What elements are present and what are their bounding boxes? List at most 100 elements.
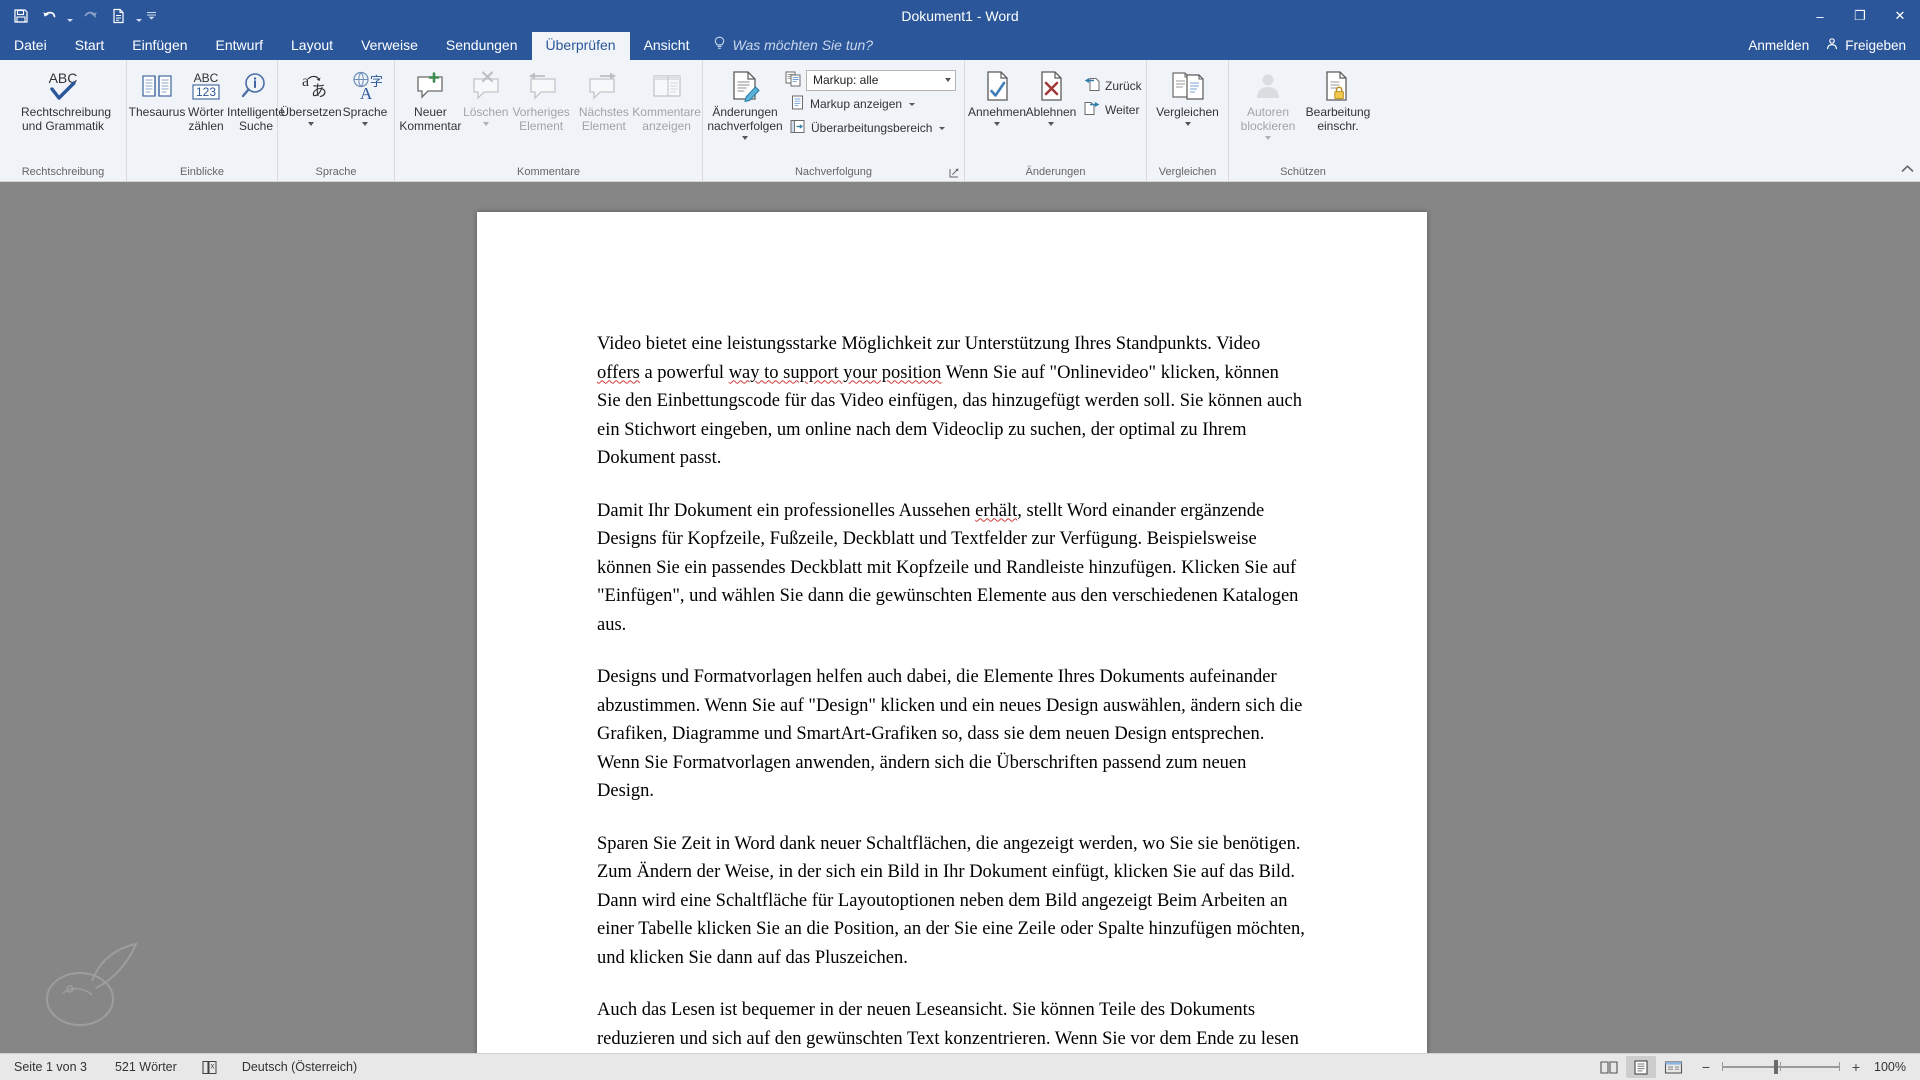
- book-icon: [140, 68, 174, 104]
- delete-comment-dropdown-icon[interactable]: [482, 122, 489, 126]
- zoom-track[interactable]: [1722, 1060, 1840, 1074]
- accept-change-button[interactable]: Annehmen: [968, 65, 1026, 126]
- paragraph[interactable]: Damit Ihr Dokument ein professionelles A…: [597, 497, 1307, 640]
- next-comment-button[interactable]: Nächstes Element: [573, 65, 636, 133]
- view-web-layout-button[interactable]: [1658, 1056, 1688, 1078]
- language-button[interactable]: A字 Sprache: [340, 65, 390, 126]
- paragraph-text: Sparen Sie Zeit in Word dank neuer Schal…: [597, 833, 1305, 968]
- previous-comment-button[interactable]: Vorheriges Element: [510, 65, 573, 133]
- print-preview-icon[interactable]: [105, 4, 131, 28]
- share-button[interactable]: Freigeben: [1825, 37, 1906, 54]
- compare-icon: [1170, 68, 1206, 104]
- paragraph[interactable]: Designs und Formatvorlagen helfen auch d…: [597, 663, 1307, 806]
- document-body[interactable]: Video bietet eine leistungsstarke Möglic…: [477, 212, 1427, 1053]
- smart-lookup-button[interactable]: Intelligente Suche: [227, 65, 285, 133]
- markup-display-value: Markup: alle: [813, 73, 879, 87]
- translate-dropdown-icon[interactable]: [308, 122, 314, 126]
- ribbon-group-rechtschreibung: ABC Rechtschreibung und Grammatik Rechts…: [0, 60, 127, 181]
- track-changes-button[interactable]: Änderungen nachverfolgen: [707, 65, 783, 140]
- reviewing-pane-button[interactable]: Überarbeitungsbereich: [785, 117, 961, 139]
- ribbon-group-kommentare: Neuer Kommentar Löschen Vorheriges Eleme…: [395, 60, 703, 181]
- view-read-mode-button[interactable]: [1594, 1056, 1624, 1078]
- tell-me-box[interactable]: Was möchten Sie tun?: [703, 32, 883, 60]
- ribbon-group-label-einblicke: Einblicke: [179, 166, 225, 178]
- reject-change-dropdown-icon[interactable]: [1048, 122, 1054, 126]
- ribbon-group-label-nachverfolgung: Nachverfolgung: [794, 166, 873, 178]
- document-canvas[interactable]: Video bietet eine leistungsstarke Möglic…: [0, 182, 1920, 1053]
- chevron-down-icon[interactable]: [945, 78, 951, 82]
- zoom-slider[interactable]: − +: [1698, 1059, 1864, 1075]
- share-label: Freigeben: [1845, 38, 1906, 53]
- show-markup-button[interactable]: Markup anzeigen: [785, 93, 961, 115]
- spelling-grammar-button[interactable]: ABC Rechtschreibung und Grammatik: [15, 65, 111, 133]
- zoom-level-label[interactable]: 100%: [1866, 1060, 1906, 1074]
- tab-verweise[interactable]: Verweise: [347, 32, 432, 60]
- document-page[interactable]: Video bietet eine leistungsstarke Möglic…: [477, 212, 1427, 1053]
- paragraph[interactable]: Video bietet eine leistungsstarke Möglic…: [597, 330, 1307, 473]
- block-authors-button[interactable]: Autoren blockieren: [1233, 65, 1303, 140]
- thesaurus-button[interactable]: Thesaurus: [129, 65, 185, 119]
- tab-sendungen[interactable]: Sendungen: [432, 32, 532, 60]
- redo-icon[interactable]: [77, 4, 103, 28]
- save-icon[interactable]: [8, 4, 34, 28]
- restore-button[interactable]: ❐: [1840, 0, 1880, 32]
- zoom-thumb[interactable]: [1774, 1060, 1778, 1074]
- view-print-layout-button[interactable]: [1626, 1056, 1656, 1078]
- page-info[interactable]: Seite 1 von 3: [0, 1060, 101, 1074]
- compare-dropdown-icon[interactable]: [1184, 122, 1191, 126]
- quick-access-toolbar: [0, 0, 157, 32]
- show-markup-icon: [790, 95, 805, 113]
- close-button[interactable]: ✕: [1880, 0, 1920, 32]
- tab-einfuegen[interactable]: Einfügen: [118, 32, 201, 60]
- reviewing-pane-icon: [790, 119, 806, 137]
- track-changes-label: Änderungen nachverfolgen: [707, 105, 783, 133]
- customize-qat-icon[interactable]: [146, 4, 157, 28]
- restrict-editing-button[interactable]: Bearbeitung einschr.: [1303, 65, 1373, 133]
- track-changes-dropdown-icon[interactable]: [742, 136, 748, 140]
- tab-entwurf[interactable]: Entwurf: [202, 32, 277, 60]
- tab-start[interactable]: Start: [61, 32, 119, 60]
- tab-ansicht[interactable]: Ansicht: [630, 32, 704, 60]
- print-preview-dropdown-icon[interactable]: [133, 4, 144, 28]
- comment-left-icon: [523, 68, 559, 104]
- markup-display-combo[interactable]: Markup: alle: [806, 69, 956, 91]
- tab-layout[interactable]: Layout: [277, 32, 347, 60]
- accept-change-dropdown-icon[interactable]: [994, 122, 1000, 126]
- reject-change-button[interactable]: Ablehnen: [1025, 65, 1077, 126]
- compare-button[interactable]: Vergleichen: [1151, 65, 1224, 126]
- chevron-down-icon[interactable]: [909, 102, 916, 106]
- nachverfolgung-dialog-launcher[interactable]: [948, 167, 960, 179]
- undo-dropdown-icon[interactable]: [64, 4, 75, 28]
- tab-ueberpruefen[interactable]: Überprüfen: [531, 32, 630, 60]
- paragraph[interactable]: Sparen Sie Zeit in Word dank neuer Schal…: [597, 830, 1307, 973]
- show-comments-button[interactable]: Kommentare anzeigen: [632, 65, 701, 133]
- ribbon-tab-bar: Datei Start Einfügen Entwurf Layout Verw…: [0, 32, 1920, 60]
- word-count-status[interactable]: 521 Wörter: [101, 1060, 191, 1074]
- paragraph-text: Video bietet eine leistungsstarke Möglic…: [597, 334, 1261, 354]
- translate-button[interactable]: aあ Übersetzen: [280, 65, 342, 126]
- word-count-button[interactable]: ABC 123 Wörter zählen: [183, 65, 229, 133]
- paragraph[interactable]: Auch das Lesen ist bequemer in der neuen…: [597, 996, 1307, 1053]
- undo-icon[interactable]: [36, 4, 62, 28]
- delete-comment-button[interactable]: Löschen: [462, 65, 510, 126]
- zoom-in-button[interactable]: +: [1848, 1059, 1864, 1075]
- chevron-down-icon[interactable]: [939, 126, 946, 130]
- block-authors-dropdown-icon[interactable]: [1265, 136, 1271, 140]
- collapse-ribbon-button[interactable]: [1901, 164, 1914, 177]
- language-dropdown-icon[interactable]: [362, 122, 368, 126]
- comment-right-icon: [586, 68, 622, 104]
- new-comment-button[interactable]: Neuer Kommentar: [399, 65, 462, 133]
- language-status[interactable]: Deutsch (Österreich): [228, 1060, 371, 1074]
- previous-change-button[interactable]: Zurück: [1079, 75, 1147, 97]
- next-change-button[interactable]: Weiter: [1079, 99, 1147, 121]
- tell-me-label: Was möchten Sie tun?: [732, 37, 874, 53]
- minimize-button[interactable]: –: [1800, 0, 1840, 32]
- tab-datei[interactable]: Datei: [0, 32, 61, 60]
- sign-in-link[interactable]: Anmelden: [1748, 38, 1809, 53]
- spelling-error-text: erhält: [975, 500, 1018, 521]
- zoom-out-button[interactable]: −: [1698, 1059, 1714, 1075]
- ribbon-group-nachverfolgung: Änderungen nachverfolgen Markup: alle Ma…: [703, 60, 965, 181]
- ribbon-group-aenderungen: Annehmen Ablehnen Zurück Weiter Änderung…: [965, 60, 1147, 181]
- paragraph-text: Auch das Lesen ist bequemer in der neuen…: [597, 1000, 1299, 1049]
- proofing-errors-icon[interactable]: x: [191, 1060, 228, 1075]
